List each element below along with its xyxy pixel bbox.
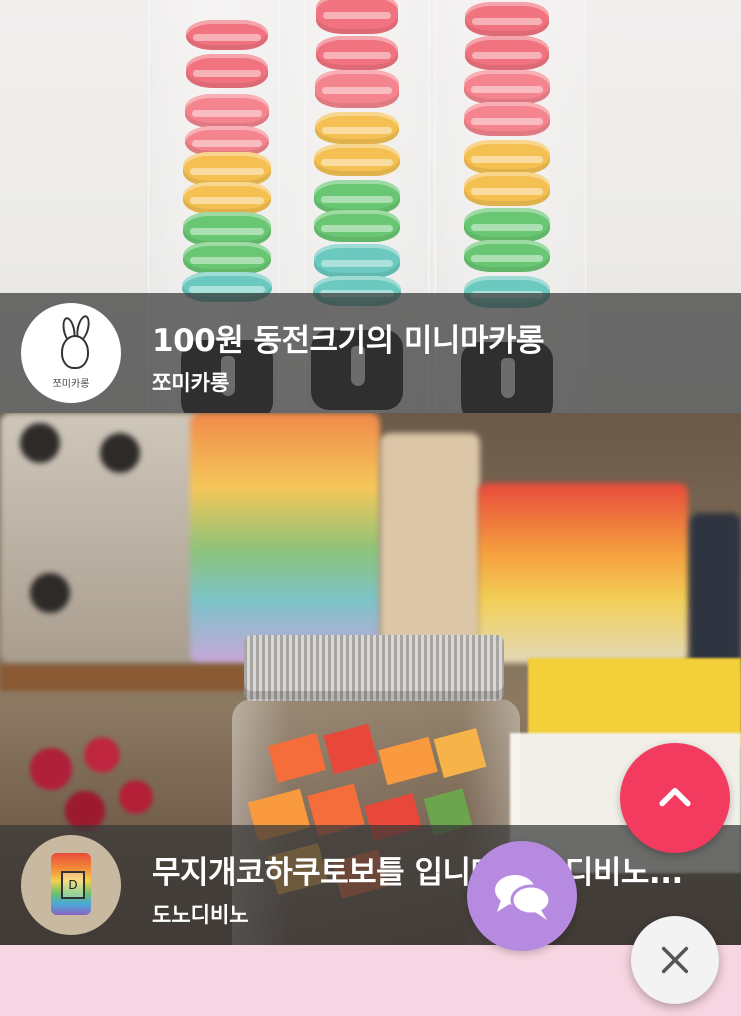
next-card-preview[interactable]	[0, 945, 741, 1016]
chevron-up-icon	[659, 787, 691, 807]
shop-name[interactable]: 쪼미카롱	[152, 367, 229, 397]
feed-card-macaron[interactable]: 쪼미카롱 100원 동전크기의 미니마카롱 쪼미카롱	[0, 0, 741, 413]
shop-avatar[interactable]: D	[21, 835, 121, 935]
shop-name[interactable]: 도노디비노	[152, 899, 249, 929]
shop-avatar[interactable]: 쪼미카롱	[21, 303, 121, 403]
product-title[interactable]: 무지개코하쿠토보틀 입니다 도노디비노...	[152, 847, 729, 892]
card-info-bar[interactable]: 쪼미카롱 100원 동전크기의 미니마카롱 쪼미카롱	[0, 293, 741, 413]
product-title[interactable]: 100원 동전크기의 미니마카롱	[152, 315, 729, 360]
card-info-bar[interactable]: D 무지개코하쿠토보틀 입니다 도노디비노... 도노디비노	[0, 825, 741, 945]
close-button[interactable]	[631, 916, 719, 1004]
chat-button[interactable]	[467, 841, 577, 951]
shop-avatar-label: D	[61, 871, 85, 899]
chat-bubbles-icon	[495, 875, 552, 920]
shop-avatar-label: 쪼미카롱	[52, 379, 90, 390]
scroll-to-top-button[interactable]	[620, 743, 730, 853]
feed-card-candy-jar[interactable]: D 무지개코하쿠토보틀 입니다 도노디비노... 도노디비노	[0, 413, 741, 945]
close-icon	[661, 946, 689, 974]
